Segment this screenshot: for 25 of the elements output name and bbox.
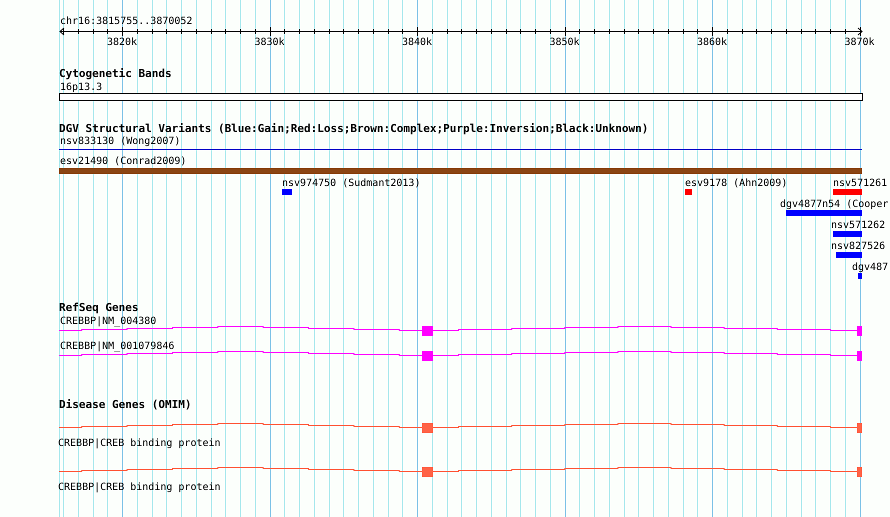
track-title: Cytogenetic Bands (59, 67, 172, 80)
region-label: chr16:3815755..3870052 (60, 16, 192, 27)
variant-label: esv21490 (Conrad2009) (60, 156, 186, 167)
gene-label: CREBBP|CREB binding protein (58, 482, 221, 493)
tick-label: 3860k (696, 37, 728, 48)
variant-label: dgv487 (852, 262, 888, 273)
track-title: RefSeq Genes (59, 301, 138, 314)
band-label: 16p13.3 (60, 82, 102, 93)
variant-label: nsv833130 (Wong2007) (60, 136, 180, 147)
track-title: Disease Genes (OMIM) (59, 398, 192, 411)
gene-label: CREBBP|NM_004380 (60, 316, 156, 327)
tick-label: 3820k (106, 37, 138, 48)
gene-label: CREBBP|CREB binding protein (58, 438, 221, 449)
variant-label: nsv974750 (Sudmant2013) (282, 178, 420, 189)
variant-label: dgv4877n54 (Cooper (780, 199, 888, 210)
variant-label: nsv571262 (831, 220, 886, 231)
tick-label: 3850k (549, 37, 580, 48)
track-title: DGV Structural Variants (Blue:Gain;Red:Loss;Brown:Complex;Purple:Inversion;Black:Unknown) (59, 122, 648, 135)
gene-label: CREBBP|NM_001079846 (60, 341, 174, 352)
variant-label: nsv571261 (833, 178, 888, 189)
variant-label: esv9178 (Ahn2009) (685, 178, 788, 189)
variant-label: nsv827526 (831, 241, 886, 252)
tick-label: 3840k (402, 37, 432, 48)
tick-label: 3830k (254, 37, 285, 48)
tick-label: 3870k (844, 37, 875, 48)
